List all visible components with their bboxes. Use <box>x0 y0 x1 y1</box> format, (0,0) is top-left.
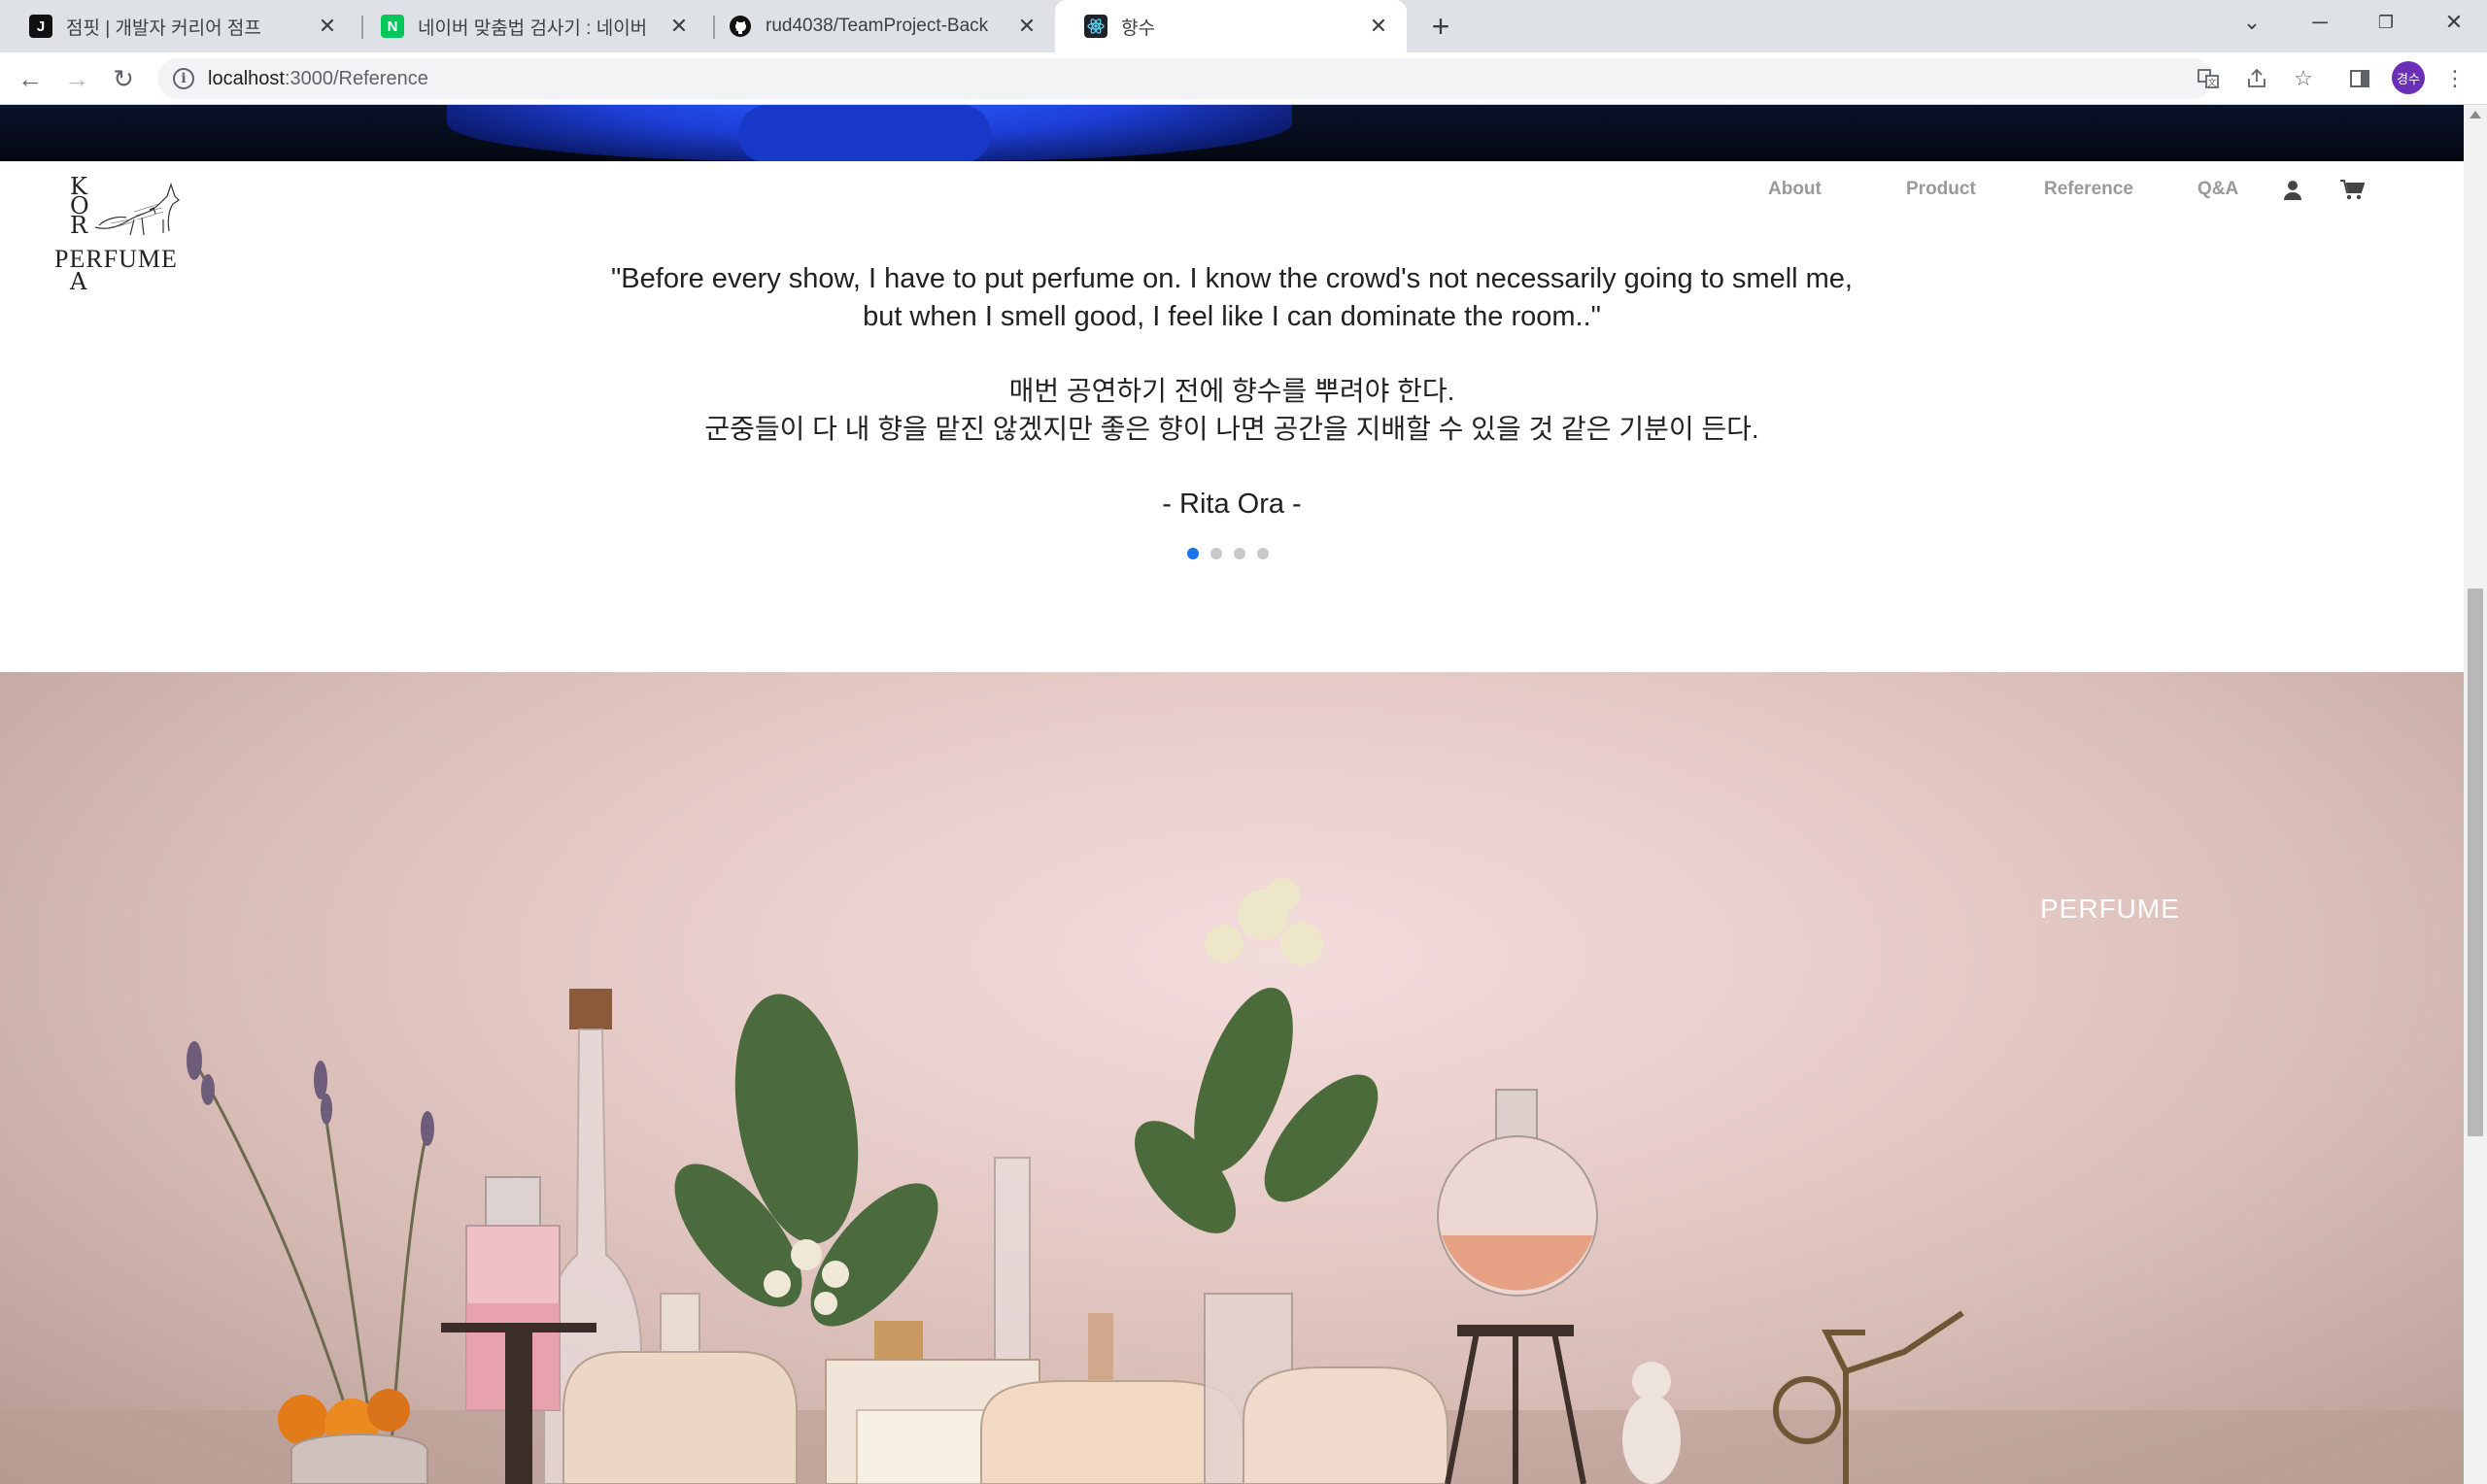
tab-strip: J 점핏 | 개발자 커리어 점프 ✕ N 네이버 맞춤법 검사기 : 네이버 … <box>0 0 2487 52</box>
quote-author: - Rita Ora - <box>1162 489 1302 520</box>
carousel-dot-3[interactable] <box>1234 548 1245 559</box>
fox-illustration-icon <box>94 183 180 236</box>
url-host: localhost <box>208 67 285 89</box>
tab-title: 향수 <box>1121 17 1155 39</box>
browser-tab-jumpit[interactable]: J 점핏 | 개발자 커리어 점프 ✕ <box>0 0 356 52</box>
forward-arrow-icon[interactable]: → <box>58 60 95 97</box>
new-tab-button[interactable]: + <box>1422 8 1459 45</box>
share-icon[interactable] <box>2240 62 2273 95</box>
tab-search-chevron-icon[interactable]: ⌄ <box>2221 0 2283 45</box>
browser-tab-perfume[interactable]: 향수 ✕ <box>1055 0 1407 52</box>
carousel-dot-1[interactable] <box>1187 548 1199 559</box>
scrollbar-thumb[interactable] <box>2468 589 2483 1136</box>
back-arrow-icon[interactable]: ← <box>12 60 49 97</box>
banner-label: PERFUME <box>2040 894 2180 924</box>
quote-en-line2: but when I smell good, I feel like I can… <box>863 301 1601 332</box>
naver-favicon-icon: N <box>381 15 404 38</box>
carousel-dots <box>1187 548 1269 559</box>
testimonial: "Before every show, I have to put perfum… <box>0 260 2464 523</box>
quote-en-line1: "Before every show, I have to put perfum… <box>611 263 1853 294</box>
nav-about[interactable]: About <box>1768 179 1822 200</box>
minimize-button[interactable]: ─ <box>2289 0 2351 45</box>
restore-button[interactable]: ❐ <box>2355 0 2417 45</box>
perfume-still-life-image <box>0 878 2464 1484</box>
side-panel-icon[interactable] <box>2343 62 2376 95</box>
more-menu-icon[interactable]: ⋮ <box>2438 62 2471 95</box>
site-info-icon[interactable]: i <box>173 68 194 89</box>
browser-toolbar: ← → ↻ i localhost:3000/Reference 文 ☆ ⋮ <box>0 52 2487 105</box>
close-window-button[interactable]: ✕ <box>2423 0 2485 45</box>
close-tab-icon[interactable]: ✕ <box>1014 14 1039 39</box>
svg-text:文: 文 <box>2207 77 2216 88</box>
nav-product[interactable]: Product <box>1906 179 1976 200</box>
profile-avatar[interactable]: 경수 <box>2392 61 2425 94</box>
carousel-dot-4[interactable] <box>1257 548 1269 559</box>
nav-qna[interactable]: Q&A <box>2197 179 2238 200</box>
hero-image-bottom <box>0 105 2464 161</box>
user-icon[interactable] <box>2281 179 2304 207</box>
translate-icon[interactable]: 文 <box>2192 62 2225 95</box>
hero-image-figure <box>447 105 1292 161</box>
reload-icon[interactable]: ↻ <box>105 60 142 97</box>
github-icon <box>729 15 752 38</box>
perfume-banner: PERFUME <box>0 672 2464 1484</box>
quote-ko-line2: 군중들이 다 내 향을 맡진 않겠지만 좋은 향이 나면 공간을 지배할 수 있… <box>704 414 1759 444</box>
browser-tab-naver[interactable]: N 네이버 맞춤법 검사기 : 네이버 ✕ <box>352 0 707 52</box>
nav-reference[interactable]: Reference <box>2044 179 2133 200</box>
bookmark-star-icon[interactable]: ☆ <box>2287 62 2320 95</box>
carousel-dot-2[interactable] <box>1210 548 1222 559</box>
cart-icon[interactable] <box>2339 179 2366 207</box>
address-bar[interactable]: i localhost:3000/Reference <box>157 58 2213 99</box>
close-tab-icon[interactable]: ✕ <box>315 14 340 39</box>
close-tab-icon[interactable]: ✕ <box>1366 14 1391 39</box>
page-viewport: K O R A PERFUME About Product Reference … <box>0 105 2464 1484</box>
close-tab-icon[interactable]: ✕ <box>666 14 692 39</box>
url-path: :3000/Reference <box>284 67 428 89</box>
logo-letter: R <box>70 212 88 239</box>
page-scrollbar[interactable] <box>2464 105 2487 1484</box>
tab-title: 네이버 맞춤법 검사기 : 네이버 <box>418 17 648 39</box>
tab-title: rud4038/TeamProject-Back <box>766 16 989 36</box>
quote-ko-line1: 매번 공연하기 전에 향수를 뿌려야 한다. <box>1008 376 1455 406</box>
browser-tab-github[interactable]: rud4038/TeamProject-Back ✕ <box>699 0 1055 52</box>
tab-title: 점핏 | 개발자 커리어 점프 <box>66 17 261 39</box>
react-icon <box>1084 15 1107 38</box>
scroll-up-arrow-icon[interactable] <box>2470 111 2481 118</box>
jumpit-favicon-icon: J <box>29 15 52 38</box>
